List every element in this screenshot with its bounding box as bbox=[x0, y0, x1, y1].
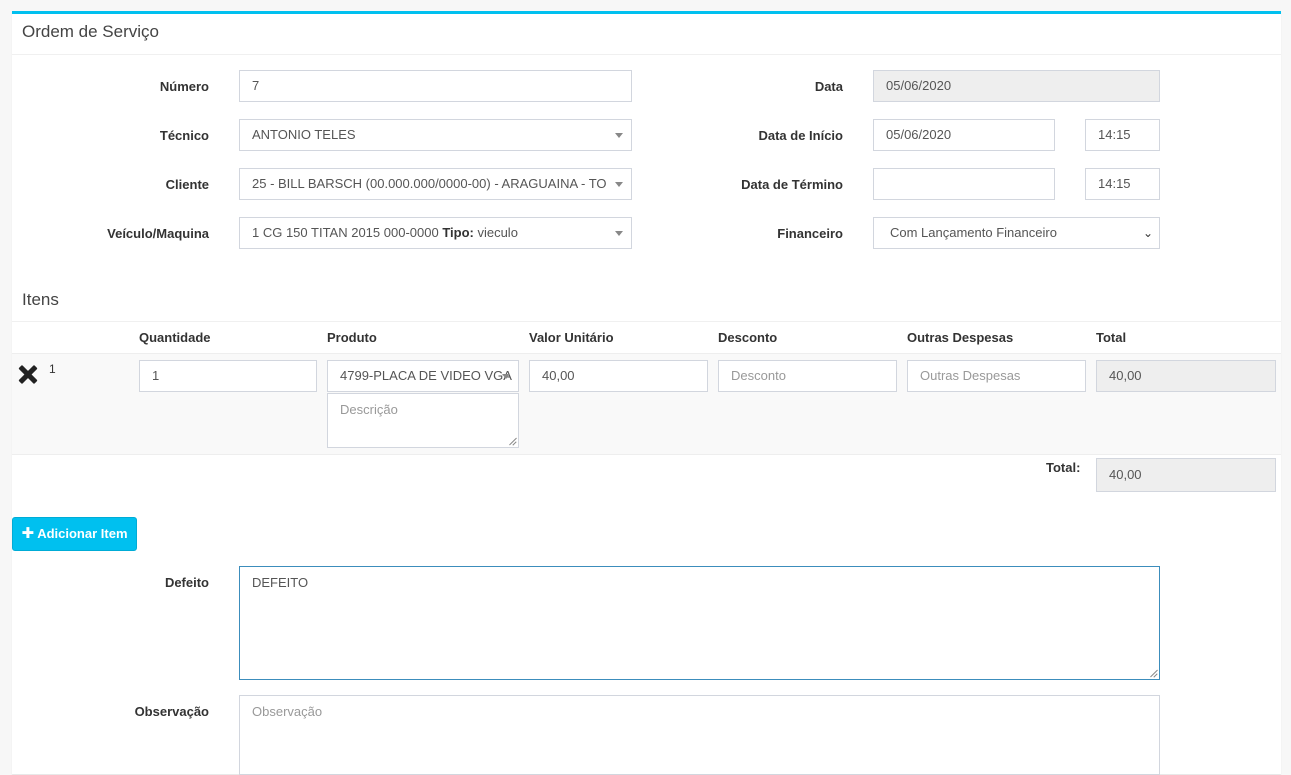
item-desconto-input[interactable]: Desconto bbox=[718, 360, 897, 392]
data-termino-label: Data de Término bbox=[741, 177, 843, 192]
data-termino-date-input[interactable] bbox=[873, 168, 1055, 200]
financeiro-select[interactable]: Com Lançamento Financeiro ⌄ bbox=[873, 217, 1160, 249]
add-item-label: Adicionar Item bbox=[37, 526, 128, 541]
numero-input[interactable]: 7 bbox=[239, 70, 632, 102]
col-desconto: Desconto bbox=[718, 330, 778, 345]
caret-down-icon bbox=[615, 182, 623, 187]
chevron-down-icon: ⌄ bbox=[1142, 226, 1153, 240]
veiculo-value: 1 CG 150 TITAN 2015 000-0000 bbox=[252, 225, 443, 240]
data-termino-time-input[interactable]: 14:15 bbox=[1085, 168, 1160, 200]
veiculo-label: Veículo/Maquina bbox=[107, 226, 209, 241]
item-outras-despesas-input[interactable]: Outras Despesas bbox=[907, 360, 1086, 392]
resize-handle-icon[interactable] bbox=[1149, 669, 1157, 677]
cliente-select[interactable]: 25 - BILL BARSCH (00.000.000/0000-00) - … bbox=[239, 168, 632, 200]
numero-label: Número bbox=[159, 79, 209, 94]
col-total: Total bbox=[1096, 330, 1127, 345]
col-valor-unitario: Valor Unitário bbox=[529, 330, 614, 345]
header-divider bbox=[12, 54, 1281, 55]
data-inicio-date-input[interactable]: 05/06/2020 bbox=[873, 119, 1055, 151]
itens-header-divider bbox=[12, 321, 1281, 322]
box-title: Ordem de Serviço bbox=[22, 22, 159, 41]
plus-icon: ✚ bbox=[21, 525, 35, 542]
remove-item-icon[interactable] bbox=[18, 364, 38, 384]
data-input[interactable]: 05/06/2020 bbox=[873, 70, 1160, 102]
col-quantidade: Quantidade bbox=[139, 330, 211, 345]
grand-total-label: Total: bbox=[1046, 460, 1081, 475]
veiculo-tipo-label: Tipo: bbox=[442, 225, 474, 240]
veiculo-select[interactable]: 1 CG 150 TITAN 2015 000-0000 Tipo: viecu… bbox=[239, 217, 632, 249]
item-quantidade-input[interactable]: 1 bbox=[139, 360, 317, 392]
item-descricao-placeholder: Descrição bbox=[340, 402, 398, 417]
observacao-textarea[interactable]: Observação bbox=[239, 695, 1160, 775]
item-produto-select[interactable]: 4799-PLACA DE VIDEO VGA bbox=[327, 360, 519, 392]
cliente-label: Cliente bbox=[165, 177, 209, 192]
col-outras-despesas: Outras Despesas bbox=[907, 330, 1014, 345]
defeito-textarea[interactable]: DEFEITO bbox=[239, 566, 1160, 680]
col-produto: Produto bbox=[327, 330, 377, 345]
data-label: Data bbox=[814, 79, 843, 94]
add-item-button[interactable]: ✚ Adicionar Item bbox=[12, 517, 137, 551]
defeito-label: Defeito bbox=[164, 575, 209, 590]
item-descricao-textarea[interactable]: Descrição bbox=[327, 393, 519, 448]
data-inicio-label: Data de Início bbox=[758, 128, 843, 143]
item-index: 1 bbox=[49, 362, 56, 376]
item-valor-unitario-input[interactable]: 40,00 bbox=[529, 360, 708, 392]
defeito-value: DEFEITO bbox=[252, 575, 309, 590]
item-total-input[interactable]: 40,00 bbox=[1096, 360, 1276, 392]
veiculo-tipo-value: vieculo bbox=[473, 225, 518, 240]
item-produto-value: 4799-PLACA DE VIDEO VGA bbox=[340, 368, 512, 383]
tecnico-select[interactable]: ANTONIO TELES bbox=[239, 119, 632, 151]
service-order-box: Ordem de Serviço Número 7 Técnico ANTONI… bbox=[12, 11, 1281, 775]
data-inicio-time-input[interactable]: 14:15 bbox=[1085, 119, 1160, 151]
caret-down-icon bbox=[615, 231, 623, 236]
financeiro-label: Financeiro bbox=[777, 226, 843, 241]
tecnico-value: ANTONIO TELES bbox=[252, 127, 356, 142]
observacao-placeholder: Observação bbox=[252, 704, 323, 719]
observacao-label: Observação bbox=[134, 704, 209, 719]
grand-total-input[interactable]: 40,00 bbox=[1096, 458, 1276, 492]
itens-title: Itens bbox=[22, 290, 59, 309]
cliente-value: 25 - BILL BARSCH (00.000.000/0000-00) - … bbox=[252, 176, 607, 191]
financeiro-value: Com Lançamento Financeiro bbox=[890, 225, 1057, 240]
caret-down-icon bbox=[502, 374, 510, 379]
tecnico-label: Técnico bbox=[159, 128, 209, 143]
caret-down-icon bbox=[615, 133, 623, 138]
resize-handle-icon[interactable] bbox=[508, 437, 516, 445]
